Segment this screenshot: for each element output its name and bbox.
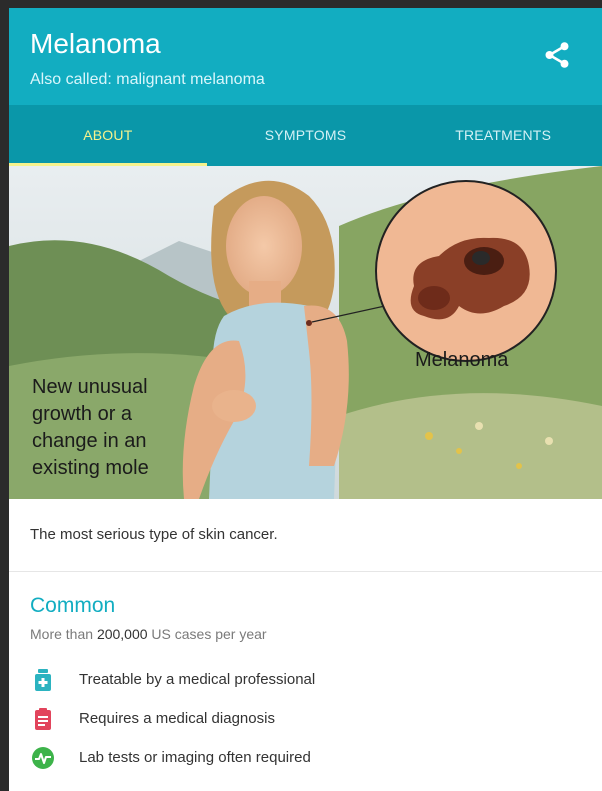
hero-caption: New unusual growth or a change in an exi…: [32, 376, 149, 479]
cases-count: 200,000: [96, 626, 148, 642]
condition-description: The most serious type of skin cancer.: [9, 499, 602, 572]
fact-text: Treatable by a medical professional: [79, 671, 316, 688]
cases-prefix: More than: [30, 626, 97, 642]
fact-treatable: Treatable by a medical professional: [30, 660, 581, 699]
fact-diagnosis: Requires a medical diagnosis: [30, 699, 581, 738]
medicine-bottle-icon: [30, 667, 56, 693]
fact-lab-tests: Lab tests or imaging often required: [30, 738, 581, 777]
tab-bar: ABOUT SYMPTOMS TREATMENTS: [9, 105, 602, 166]
condition-card: Melanoma Also called: malignant melanoma…: [9, 8, 602, 791]
fact-text: Lab tests or imaging often required: [79, 749, 311, 766]
cases-suffix: US cases per year: [147, 626, 267, 642]
page-title: Melanoma: [30, 28, 161, 59]
section-title: Common: [30, 594, 116, 617]
pulse-icon: [30, 745, 56, 771]
hero-illustration: New unusual growth or a change in an exi…: [9, 166, 602, 499]
tab-treatments[interactable]: TREATMENTS: [404, 105, 602, 166]
facts-list: Treatable by a medical professional Requ…: [30, 660, 581, 777]
fact-text: Requires a medical diagnosis: [79, 710, 275, 727]
prevalence-section: Common More than 200,000 US cases per ye…: [9, 572, 602, 777]
share-icon[interactable]: [542, 40, 572, 70]
tab-about[interactable]: ABOUT: [9, 105, 207, 166]
zoom-label: Melanoma: [415, 349, 509, 371]
page-subtitle: Also called: malignant melanoma: [30, 71, 265, 88]
section-subtitle: More than 200,000 US cases per year: [30, 626, 581, 642]
card-header: Melanoma Also called: malignant melanoma: [9, 8, 602, 105]
tab-symptoms[interactable]: SYMPTOMS: [207, 105, 405, 166]
clipboard-icon: [30, 706, 56, 732]
